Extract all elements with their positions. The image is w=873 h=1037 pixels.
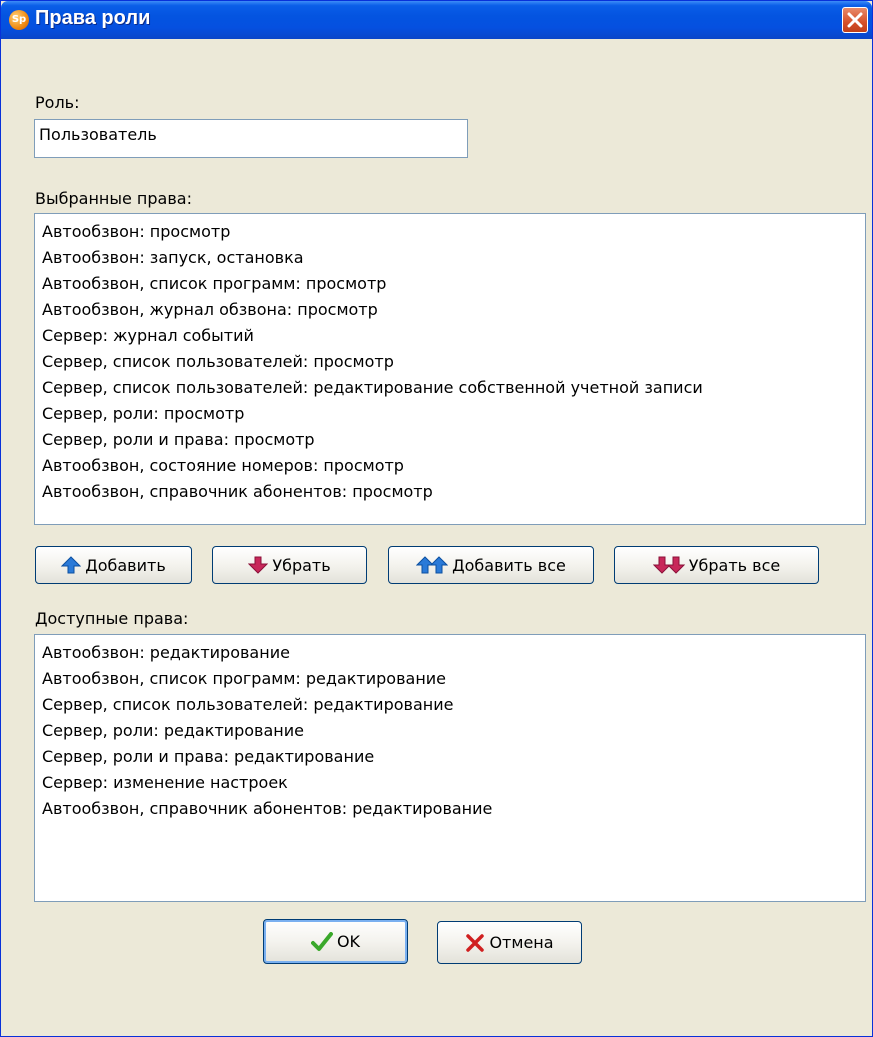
list-item[interactable]: Автообзвон, журнал обзвона: просмотр: [42, 298, 865, 324]
list-item[interactable]: Автообзвон, список программ: просмотр: [42, 272, 865, 298]
list-item[interactable]: Автообзвон, список программ: редактирова…: [42, 667, 865, 693]
double-arrow-down-icon: [652, 555, 685, 575]
list-item[interactable]: Автообзвон, справочник абонентов: просмо…: [42, 480, 865, 506]
list-item[interactable]: Автообзвон, справочник абонентов: редакт…: [42, 797, 865, 823]
available-rights-list[interactable]: Автообзвон: редактирование Автообзвон, сп…: [34, 634, 866, 902]
remove-button[interactable]: Убрать: [212, 546, 367, 584]
add-button-label: Добавить: [85, 555, 166, 575]
cancel-button-label: Отмена: [489, 933, 554, 952]
arrow-down-icon: [248, 555, 269, 575]
role-label: Роль:: [35, 93, 80, 112]
add-all-button-label: Добавить все: [452, 555, 566, 575]
remove-all-button-label: Убрать все: [688, 555, 781, 575]
remove-all-button[interactable]: Убрать все: [614, 546, 819, 584]
role-rights-dialog: Sp Права роли Роль: Пользователь Выбранн…: [0, 0, 873, 1037]
ok-button-label: OK: [336, 932, 361, 951]
add-button[interactable]: Добавить: [35, 546, 192, 584]
close-icon: [847, 12, 863, 28]
list-item[interactable]: Сервер, список пользователей: просмотр: [42, 350, 865, 376]
list-item[interactable]: Сервер: журнал событий: [42, 324, 865, 350]
cancel-button[interactable]: Отмена: [437, 921, 582, 964]
check-icon: [310, 931, 333, 952]
role-name-field[interactable]: Пользователь: [34, 119, 468, 158]
title-bar[interactable]: Sp Права роли: [1, 1, 872, 39]
ok-button[interactable]: OK: [263, 919, 408, 964]
app-icon: Sp: [9, 10, 29, 30]
list-item[interactable]: Сервер, список пользователей: редактиров…: [42, 693, 865, 719]
close-button[interactable]: [842, 7, 868, 33]
list-item[interactable]: Автообзвон: запуск, остановка: [42, 246, 865, 272]
add-all-button[interactable]: Добавить все: [388, 546, 594, 584]
cancel-x-icon: [465, 933, 485, 953]
selected-rights-label: Выбранные права:: [35, 189, 192, 208]
list-item[interactable]: Сервер, список пользователей: редактиров…: [42, 376, 865, 402]
available-rights-label: Доступные права:: [35, 609, 189, 628]
list-item[interactable]: Сервер, роли и права: просмотр: [42, 428, 865, 454]
list-item[interactable]: Сервер, роли: редактирование: [42, 719, 865, 745]
list-item[interactable]: Автообзвон: просмотр: [42, 220, 865, 246]
list-item[interactable]: Сервер: изменение настроек: [42, 771, 865, 797]
arrow-up-icon: [61, 555, 82, 575]
list-item[interactable]: Сервер, роли и права: редактирование: [42, 745, 865, 771]
double-arrow-up-icon: [416, 555, 449, 575]
remove-button-label: Убрать: [272, 555, 331, 575]
list-item[interactable]: Сервер, роли: просмотр: [42, 402, 865, 428]
window-title: Права роли: [35, 7, 151, 29]
list-item[interactable]: Автообзвон, состояние номеров: просмотр: [42, 454, 865, 480]
selected-rights-list[interactable]: Автообзвон: просмотр Автообзвон: запуск, …: [34, 213, 866, 525]
list-item[interactable]: Автообзвон: редактирование: [42, 641, 865, 667]
